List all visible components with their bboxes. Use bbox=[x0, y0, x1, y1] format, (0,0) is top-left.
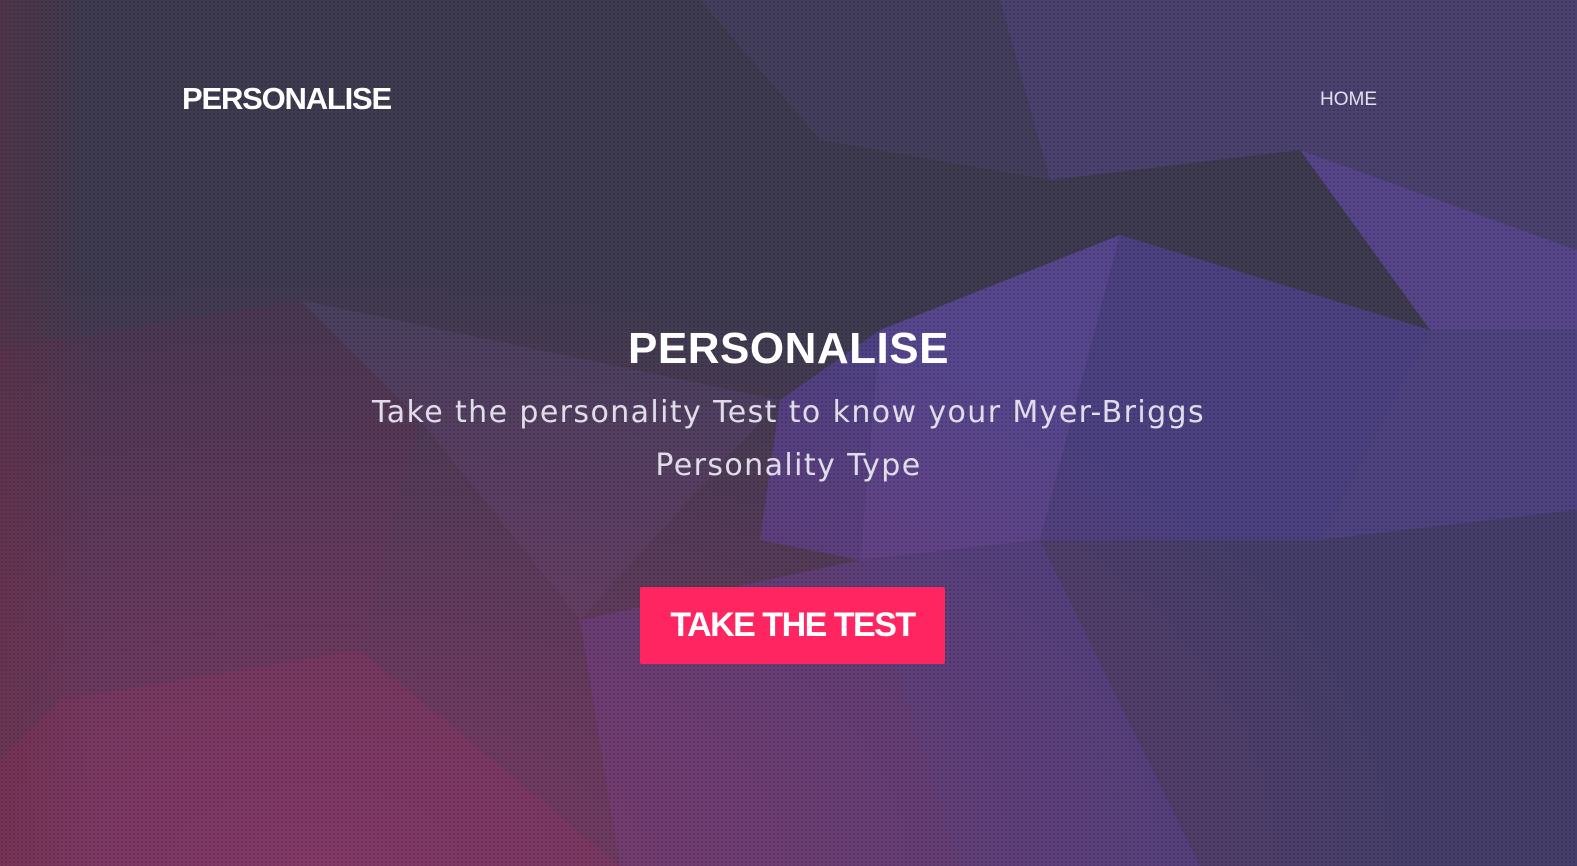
hero-section: PERSONALISE Take the personality Test to… bbox=[0, 322, 1577, 492]
take-test-button[interactable]: TAKE THE TEST bbox=[640, 587, 945, 664]
brand-logo[interactable]: PERSONALISE bbox=[182, 80, 392, 118]
landing-page: PERSONALISE HOME PERSONALISE Take the pe… bbox=[0, 0, 1577, 866]
hero-title: PERSONALISE bbox=[628, 324, 949, 373]
nav-home-link[interactable]: HOME bbox=[1320, 89, 1377, 111]
hero-subtitle: Take the personality Test to know your M… bbox=[371, 395, 1206, 483]
